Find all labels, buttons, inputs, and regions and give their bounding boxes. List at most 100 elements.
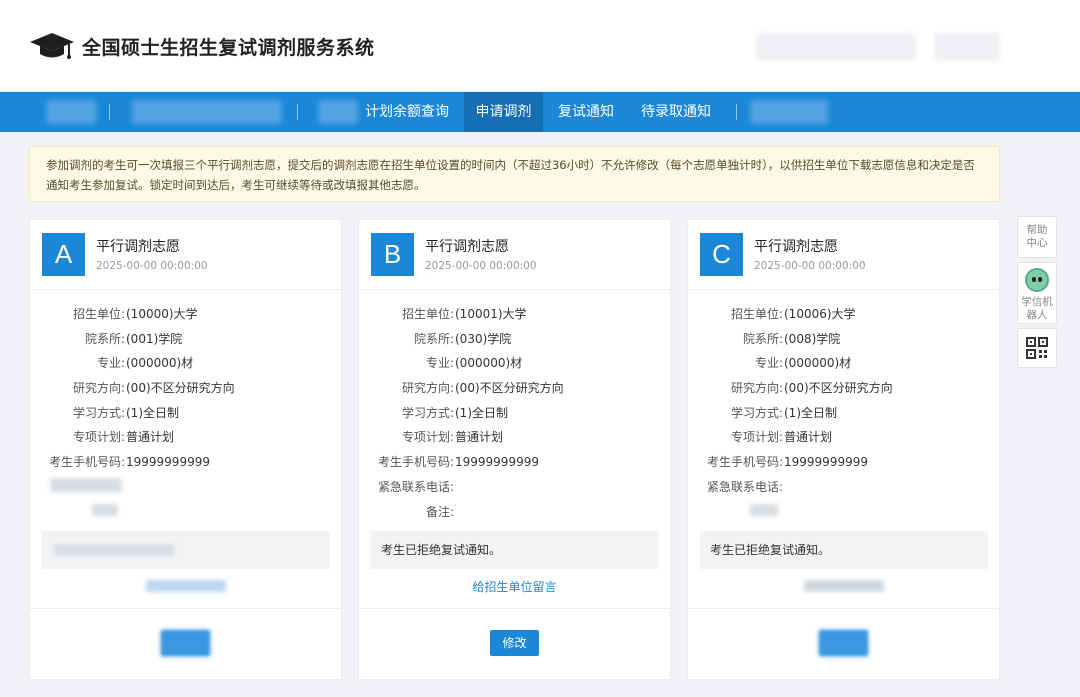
field-label: 紧急联系电话: <box>706 479 783 494</box>
user-info-blurred <box>756 33 916 61</box>
graduation-cap-icon <box>30 33 74 59</box>
blurred-link[interactable] <box>146 580 226 592</box>
robot-icon <box>1025 268 1049 292</box>
field-label: 院系所: <box>84 331 125 346</box>
field-value: (10006)大学 <box>784 307 856 321</box>
field-value: (00)不区分研究方向 <box>784 381 893 396</box>
blurred-field-label <box>92 504 118 516</box>
field-value: (1)全日制 <box>455 405 508 420</box>
field-label: 招生单位: <box>72 307 125 321</box>
robot-button[interactable]: 学信机器人 <box>1017 262 1057 324</box>
field-value: (1)全日制 <box>784 405 837 420</box>
blurred-field-label <box>50 478 122 492</box>
notice-banner: 参加调剂的考生可一次填报三个平行调剂志愿，提交后的调剂志愿在招生单位设置的时间内… <box>29 146 1000 202</box>
card-info: 招生单位: (10006)大学 院系所: (008)学院 专业: (000000)材 … <box>688 302 999 500</box>
help-center-label: 帮助中心 <box>1026 224 1048 249</box>
nav-admission-notice[interactable]: 待录取通知 <box>634 92 718 132</box>
qr-code-button[interactable] <box>1017 328 1057 368</box>
card-choice-a: A 平行调剂志愿 2025-00-00 00:00:00 招生单位: (10000… <box>29 219 342 680</box>
info-row: 考生手机号码: 19999999999 <box>688 450 999 475</box>
info-row: 学习方式: (1)全日制 <box>359 401 670 426</box>
card-footer-divider <box>359 608 670 609</box>
field-label: 研究方向: <box>72 381 125 396</box>
info-row: 院系所: (001)学院 <box>30 327 341 352</box>
nav-item-blurred-3[interactable] <box>318 100 358 124</box>
blurred-link[interactable] <box>804 580 884 592</box>
info-row: 招生单位: (10001)大学 <box>359 302 670 327</box>
field-label: 考生手机号码: <box>706 455 783 470</box>
field-value: 19999999999 <box>784 455 868 470</box>
action-button-blurred[interactable] <box>819 630 868 656</box>
info-row: 招生单位: (10006)大学 <box>688 302 999 327</box>
field-label: 专项计划: <box>72 430 125 445</box>
nav-separator <box>297 104 298 120</box>
card-header: C 平行调剂志愿 2025-00-00 00:00:00 <box>688 220 999 290</box>
qr-code-icon <box>1026 337 1048 359</box>
card-choice-c: C 平行调剂志愿 2025-00-00 00:00:00 招生单位: (10006… <box>687 219 1000 680</box>
field-value: 19999999999 <box>126 455 210 470</box>
field-value: (10001)大学 <box>455 307 527 321</box>
field-label: 研究方向: <box>730 381 783 396</box>
card-title: 平行调剂志愿 <box>96 239 180 255</box>
card-info: 招生单位: (10000)大学 院系所: (001)学院 专业: (000000)材 … <box>30 302 341 475</box>
nav-plan-balance[interactable]: 计划余额查询 <box>358 92 456 132</box>
field-value: (000000)材 <box>455 356 523 371</box>
field-label: 专项计划: <box>401 430 454 445</box>
info-row: 院系所: (008)学院 <box>688 327 999 352</box>
field-value: (000000)材 <box>126 356 194 371</box>
nav-separator <box>736 104 737 120</box>
choice-badge: A <box>42 233 85 276</box>
modify-button[interactable]: 修改 <box>490 630 539 656</box>
field-value: (008)学院 <box>784 331 841 346</box>
field-value: (001)学院 <box>126 331 183 346</box>
field-value: (10000)大学 <box>126 307 198 321</box>
card-footer-divider <box>30 608 341 609</box>
info-row: 考生手机号码: 19999999999 <box>359 450 670 475</box>
info-row: 学习方式: (1)全日制 <box>30 401 341 426</box>
main-nav: 计划余额查询 申请调剂 复试通知 待录取通知 <box>0 92 1080 132</box>
field-value: (030)学院 <box>455 331 512 346</box>
card-title: 平行调剂志愿 <box>754 239 838 255</box>
info-row: 考生手机号码: 19999999999 <box>30 450 341 475</box>
card-header: B 平行调剂志愿 2025-00-00 00:00:00 <box>359 220 670 290</box>
field-label: 学习方式: <box>72 405 125 420</box>
action-button-blurred[interactable] <box>161 630 210 656</box>
site-title: 全国硕士生招生复试调剂服务系统 <box>82 37 375 59</box>
card-time: 2025-00-00 00:00:00 <box>96 260 208 272</box>
field-label: 专业: <box>96 356 125 371</box>
info-row: 研究方向: (00)不区分研究方向 <box>30 376 341 401</box>
field-value: 普通计划 <box>784 430 833 445</box>
card-time: 2025-00-00 00:00:00 <box>754 260 866 272</box>
field-value: (00)不区分研究方向 <box>455 381 564 396</box>
message-school-link[interactable]: 给招生单位留言 <box>359 578 670 595</box>
field-label: 紧急联系电话: <box>377 479 454 494</box>
card-header: A 平行调剂志愿 2025-00-00 00:00:00 <box>30 220 341 290</box>
nav-apply-adjustment[interactable]: 申请调剂 <box>464 92 543 132</box>
field-label: 考生手机号码: <box>377 455 454 470</box>
info-row: 专项计划: 普通计划 <box>359 425 670 450</box>
nav-item-blurred-4[interactable] <box>750 100 828 124</box>
field-value: (1)全日制 <box>126 405 179 420</box>
info-row: 专项计划: 普通计划 <box>688 425 999 450</box>
field-label: 招生单位: <box>730 307 783 321</box>
card-info: 招生单位: (10001)大学 院系所: (030)学院 专业: (000000)材 … <box>359 302 670 524</box>
info-row: 专业: (000000)材 <box>688 351 999 376</box>
choice-badge: C <box>700 233 743 276</box>
info-row: 研究方向: (00)不区分研究方向 <box>688 376 999 401</box>
site-header: 全国硕士生招生复试调剂服务系统 <box>0 0 1080 92</box>
field-value: (000000)材 <box>784 356 852 371</box>
info-row: 学习方式: (1)全日制 <box>688 401 999 426</box>
field-label: 专业: <box>425 356 454 371</box>
card-title: 平行调剂志愿 <box>425 239 509 255</box>
help-center-button[interactable]: 帮助中心 <box>1017 216 1057 258</box>
robot-label: 学信机器人 <box>1021 296 1053 321</box>
nav-item-blurred-2[interactable] <box>132 100 282 124</box>
field-value: 普通计划 <box>126 430 175 445</box>
field-value: 19999999999 <box>455 455 539 470</box>
nav-retest-notice[interactable]: 复试通知 <box>551 92 621 132</box>
card-footer-divider <box>688 608 999 609</box>
field-label: 招生单位: <box>401 307 454 321</box>
nav-item-blurred-1[interactable] <box>46 100 96 124</box>
field-label: 备注: <box>425 504 454 519</box>
field-label: 考生手机号码: <box>48 455 125 470</box>
